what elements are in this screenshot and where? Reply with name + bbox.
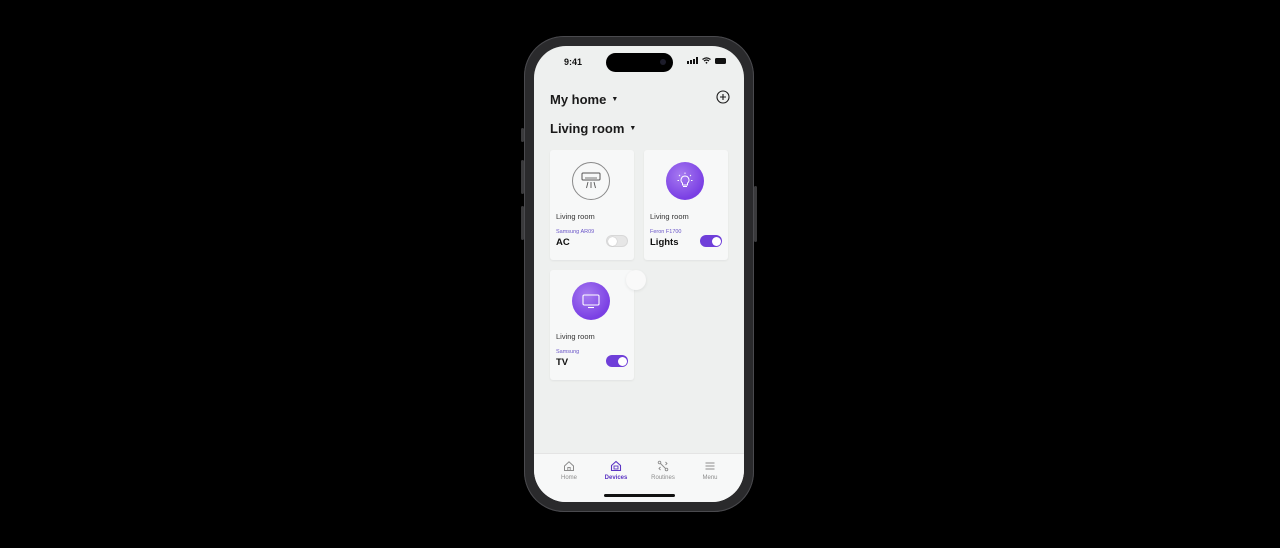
tab-devices[interactable]: Devices — [593, 460, 639, 481]
tab-label: Devices — [604, 475, 628, 481]
side-button-volume-down — [521, 206, 524, 240]
toggle-knob — [608, 236, 617, 246]
device-name: Lights — [650, 237, 679, 248]
lightbulb-icon — [666, 162, 704, 200]
home-indicator — [604, 494, 675, 497]
tv-icon — [572, 282, 610, 320]
device-model: Samsung — [556, 349, 580, 355]
device-name: AC — [556, 237, 570, 248]
devices-house-icon — [610, 460, 622, 472]
battery-icon — [715, 57, 726, 64]
home-icon — [564, 461, 574, 471]
wifi-icon — [702, 57, 711, 64]
room-selector[interactable]: Living room ▼ — [550, 121, 636, 136]
floating-dot — [626, 270, 646, 290]
caret-down-icon: ▼ — [629, 125, 637, 132]
dynamic-island — [606, 53, 673, 72]
device-card-ac[interactable]: Living room Samsung AR09 AC — [550, 150, 634, 260]
toggle-knob — [711, 236, 721, 246]
toggle-knob — [617, 356, 627, 366]
device-card-tv[interactable]: Living room Samsung TV — [550, 270, 634, 380]
side-button-action — [521, 128, 524, 142]
tab-routines[interactable]: Routines — [640, 460, 686, 481]
menu-icon — [705, 462, 715, 470]
device-name: TV — [556, 357, 569, 368]
power-toggle[interactable] — [606, 235, 628, 247]
routines-icon — [657, 460, 669, 472]
tab-menu[interactable]: Menu — [687, 460, 733, 481]
power-toggle[interactable] — [606, 355, 628, 367]
status-time: 9:41 — [564, 57, 583, 67]
device-room: Living room — [556, 212, 595, 221]
room-selector-label: Living room — [550, 121, 625, 136]
air-conditioner-icon — [572, 162, 610, 200]
caret-down-icon: ▼ — [611, 96, 619, 103]
device-room: Living room — [650, 212, 689, 221]
tab-home[interactable]: Home — [546, 460, 592, 481]
side-button-power — [754, 186, 757, 242]
device-model: Samsung AR09 — [556, 229, 595, 235]
side-button-volume-up — [521, 160, 524, 194]
tab-label: Menu — [702, 475, 718, 481]
app-screen: 9:41 My home ▼ Living room ▼ Living room… — [534, 46, 744, 502]
status-icons — [687, 57, 726, 64]
tab-label: Home — [560, 475, 577, 481]
camera-icon — [660, 59, 666, 65]
tab-label: Routines — [651, 475, 675, 481]
device-model: Feron F1700 — [650, 229, 682, 235]
signal-icon — [687, 57, 698, 64]
device-room: Living room — [556, 332, 595, 341]
device-card-lights[interactable]: Living room Feron F1700 Lights — [644, 150, 728, 260]
home-selector-label: My home — [550, 92, 607, 107]
home-selector[interactable]: My home ▼ — [550, 92, 618, 107]
add-device-icon[interactable] — [716, 90, 730, 104]
bottom-tab-bar: Home Devices Routines Menu — [534, 453, 744, 502]
power-toggle[interactable] — [700, 235, 722, 247]
